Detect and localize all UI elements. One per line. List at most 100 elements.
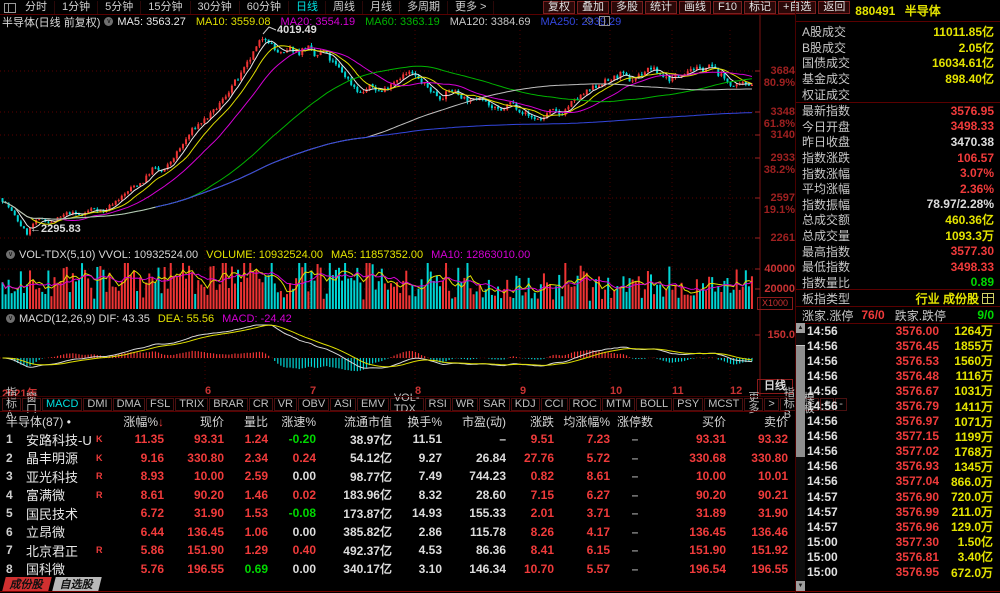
table-row[interactable]: 8国科微5.76196.550.690.00340.17亿3.10146.341…	[0, 560, 788, 579]
toolbar-period[interactable]: 更多 >	[448, 1, 494, 14]
toolbar-period[interactable]: 分时	[18, 1, 55, 14]
column-header[interactable]: 市盈(动)	[442, 413, 506, 430]
indicator-tab[interactable]: BRAR	[209, 398, 248, 411]
table-row[interactable]: 3亚光科技R8.9310.002.590.0098.77亿7.49744.230…	[0, 467, 788, 486]
indicator-tab[interactable]: MACD	[42, 398, 82, 411]
axis-label: 3140	[762, 129, 795, 141]
tick-time: 14:56	[796, 459, 859, 473]
column-header[interactable]: 涨幅%↓	[110, 413, 164, 430]
table-row[interactable]: 1安路科技-UK11.3593.311.24-0.2038.97亿11.51–9…	[0, 430, 788, 449]
indicator-tab[interactable]: FSL	[146, 398, 174, 411]
column-header[interactable]: 换手%	[392, 413, 442, 430]
panel-info-row: 平均涨幅2.36%	[796, 181, 1000, 197]
info-value: 3498.33	[850, 260, 1000, 274]
toolbar-button[interactable]: 叠加	[577, 1, 609, 14]
indicator-tab[interactable]: OBV	[298, 398, 329, 411]
toolbar-period[interactable]: 5分钟	[98, 1, 141, 14]
scroll-up-button[interactable]: ▲	[796, 323, 805, 333]
tick-row: 14:573576.96129.0万	[796, 519, 1000, 534]
toolbar-button[interactable]: 统计	[645, 1, 677, 14]
grid-icon[interactable]	[982, 293, 994, 304]
indicator-tab[interactable]: KDJ	[511, 398, 540, 411]
toolbar-button[interactable]: F10	[713, 1, 742, 14]
cell-bid: 151.90	[660, 543, 726, 557]
indicator-tab[interactable]: RSI	[425, 398, 451, 411]
indicator-tab[interactable]: DMA	[113, 398, 145, 411]
column-header[interactable]: 均涨幅%	[554, 413, 610, 430]
cell-chg: 10.70	[506, 562, 554, 576]
indicator-tab[interactable]: CR	[249, 398, 273, 411]
indicator-tab[interactable]: WR	[452, 398, 478, 411]
indicator-tab[interactable]: >	[764, 398, 778, 411]
indicator-tab[interactable]: 窗口	[22, 398, 41, 411]
toolbar-button[interactable]: 标记	[744, 1, 776, 14]
indicator-tab[interactable]: VR	[274, 398, 297, 411]
indicator-tab[interactable]: ROC	[569, 398, 601, 411]
toolbar-period[interactable]: 月线	[363, 1, 400, 14]
axis-label: 2597	[762, 192, 795, 204]
list-title: 半导体(87)	[6, 415, 63, 429]
toolbar-button[interactable]: 多股	[611, 1, 643, 14]
toolbar-period[interactable]: 1分钟	[55, 1, 98, 14]
column-header[interactable]: 买价	[660, 413, 726, 430]
collapse-icon[interactable]: ∨	[6, 314, 15, 323]
toolbar-period[interactable]: 30分钟	[191, 1, 240, 14]
column-header[interactable]: 卖价	[726, 413, 788, 430]
column-header[interactable]: 涨停数	[610, 413, 660, 430]
table-corner-header[interactable]: 半导体(87) •	[0, 413, 110, 430]
info-value: 3.07%	[850, 166, 1000, 180]
table-row[interactable]: 5国民技术6.7231.901.53-0.08173.87亿14.93155.3…	[0, 504, 788, 523]
scrollbar-thumb[interactable]	[796, 345, 805, 457]
indicator-tab[interactable]: MCST	[704, 398, 743, 411]
toolbar-button[interactable]: 复权	[543, 1, 575, 14]
table-row[interactable]: 6立昂微6.44136.451.060.00385.82亿2.86115.788…	[0, 523, 788, 542]
indicator-tab[interactable]: TRIX	[175, 398, 208, 411]
cell-name: 富满微	[26, 485, 96, 504]
indicator-tab[interactable]: DMI	[83, 398, 111, 411]
indicator-tab[interactable]: 更多	[744, 398, 763, 411]
indicator-tab[interactable]: EMV	[357, 398, 389, 411]
collapse-icon[interactable]: ∨	[104, 17, 113, 26]
column-header[interactable]: 涨跌	[506, 413, 554, 430]
indicator-tab[interactable]: 指标A	[2, 398, 21, 411]
column-header[interactable]: 流通市值	[316, 413, 392, 430]
indicator-tab[interactable]: VOL-TDX	[390, 398, 424, 411]
cell-rank: 1	[0, 432, 26, 446]
diamond-icon[interactable]: ◇	[585, 16, 593, 26]
indicator-tab[interactable]: SAR	[479, 398, 510, 411]
indicator-tab[interactable]: PSY	[673, 398, 703, 411]
indicator-tab[interactable]: CCI	[541, 398, 568, 411]
toolbar-period[interactable]: 多周期	[400, 1, 448, 14]
cell-pe: 26.84	[442, 451, 506, 465]
bottom-tab[interactable]: 成份股	[2, 577, 51, 591]
column-header[interactable]: 量比	[224, 413, 268, 430]
toolbar-period[interactable]: 日线	[289, 1, 326, 14]
toolbar-period[interactable]: 15分钟	[141, 1, 190, 14]
tick-time: 14:56	[796, 444, 859, 458]
collapse-icon[interactable]: ∨	[6, 250, 15, 259]
cell-speed: 0.00	[268, 525, 316, 539]
column-header[interactable]: 现价	[164, 413, 224, 430]
cell-limits: –	[610, 451, 660, 465]
table-row[interactable]: 4富满微R8.6190.201.460.02183.96亿8.3228.607.…	[0, 486, 788, 505]
table-row[interactable]: 7北京君正R5.86151.901.290.40492.37亿4.5386.36…	[0, 541, 788, 560]
ma-label: MA60: 3363.19	[365, 16, 440, 28]
cell-bid: 10.00	[660, 469, 726, 483]
column-header[interactable]: 涨速%	[268, 413, 316, 430]
table-row[interactable]: 2晶丰明源K9.16330.802.340.2454.12亿9.2726.842…	[0, 449, 788, 468]
toolbar-period[interactable]: 60分钟	[240, 1, 289, 14]
indicator-tab[interactable]: ASI	[330, 398, 356, 411]
cell-name: 立昂微	[26, 522, 96, 541]
window-icon[interactable]	[4, 3, 16, 13]
toolbar-period[interactable]: 周线	[326, 1, 363, 14]
toolbar-button[interactable]: 画线	[679, 1, 711, 14]
info-label: 指数涨跌	[796, 149, 850, 166]
split-window-icon[interactable]	[599, 16, 610, 26]
scroll-down-button[interactable]: ▼	[796, 581, 805, 591]
indicator-tab[interactable]: BOLL	[636, 398, 672, 411]
indicator-tab[interactable]: MTM	[602, 398, 635, 411]
info-value: 0.89	[850, 275, 1000, 289]
bottom-tab[interactable]: 自选股	[52, 577, 101, 591]
info-value: 3470.38	[850, 135, 1000, 149]
info-value: 2.05亿	[846, 39, 1000, 56]
